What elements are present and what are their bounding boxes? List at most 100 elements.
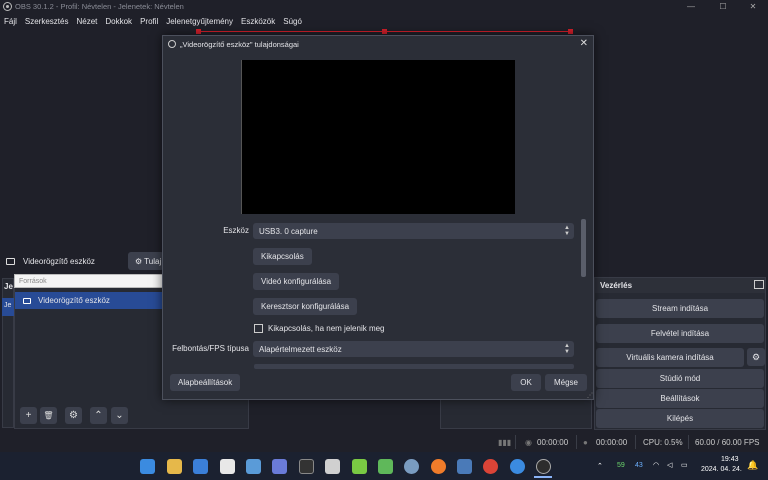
- obs-logo-icon: [3, 2, 12, 11]
- app-icon-3[interactable]: [246, 459, 261, 474]
- scenes-panel-header: Je: [4, 282, 13, 291]
- resolution-label: Felbontás/FPS típusa: [172, 344, 249, 353]
- sources-tooltip: Források: [14, 274, 164, 288]
- tray-badge-1: 59: [617, 462, 625, 469]
- resize-handle-right[interactable]: [568, 29, 573, 34]
- menu-file[interactable]: Fájl: [4, 17, 17, 26]
- menu-view[interactable]: Nézet: [76, 17, 97, 26]
- fps-readout: 60.00 / 60.00 FPS: [695, 437, 760, 447]
- start-recording-button[interactable]: Felvétel indítása: [596, 324, 764, 343]
- properties-button[interactable]: ⚙ Tulaj: [128, 252, 164, 270]
- exit-button[interactable]: Kilépés: [596, 409, 764, 428]
- resize-handle-left[interactable]: [196, 29, 201, 34]
- properties-button-label: Tulaj: [144, 256, 162, 266]
- app-icon-4[interactable]: [325, 459, 340, 474]
- clock-date[interactable]: 2024. 04. 24.: [701, 466, 742, 473]
- volume-icon[interactable]: ◁: [667, 461, 672, 469]
- maximize-button[interactable]: ☐: [708, 0, 738, 13]
- checkbox-box[interactable]: [254, 324, 263, 333]
- terminal-icon[interactable]: [299, 459, 314, 474]
- signal-icon: ▮▮▮: [498, 437, 512, 447]
- tray-badge-2: 43: [635, 462, 643, 469]
- cancel-button[interactable]: Mégse: [545, 374, 587, 391]
- move-up-button[interactable]: ⌃: [90, 407, 107, 424]
- menu-bar: Fájl Szerkesztés Nézet Dokkok Profil Jel…: [0, 13, 768, 29]
- settings-app-icon[interactable]: [404, 459, 419, 474]
- camera-icon: [6, 257, 15, 265]
- save-app-icon[interactable]: [272, 459, 287, 474]
- menu-tools[interactable]: Eszközök: [241, 17, 275, 26]
- disconnect-button[interactable]: Kikapcsolás: [253, 248, 312, 265]
- video-config-button[interactable]: Videó konfigurálása: [253, 273, 340, 290]
- camera-icon: [23, 297, 31, 304]
- app-icon-1[interactable]: [193, 459, 208, 474]
- resize-handle-center[interactable]: [382, 29, 387, 34]
- start-icon[interactable]: [140, 459, 155, 474]
- menu-docks[interactable]: Dokkok: [105, 17, 132, 26]
- browser-icon[interactable]: [510, 459, 525, 474]
- device-label: Eszköz: [223, 226, 249, 235]
- menu-scene-collection[interactable]: Jelenetgyűjtemény: [166, 17, 233, 26]
- menu-help[interactable]: Súgó: [283, 17, 302, 26]
- record-status-icon: ●: [583, 437, 588, 447]
- active-app-indicator: [534, 476, 552, 478]
- wifi-icon[interactable]: ◠: [653, 461, 659, 469]
- app-icon-6[interactable]: [378, 459, 393, 474]
- source-settings-button[interactable]: ⚙: [65, 407, 82, 424]
- menu-profile[interactable]: Profil: [140, 17, 158, 26]
- defaults-button[interactable]: Alapbeállítások: [170, 374, 241, 391]
- app-icon-5[interactable]: [352, 459, 367, 474]
- dialog-preview: [241, 60, 515, 214]
- move-down-button[interactable]: ⌄: [111, 407, 128, 424]
- settings-button[interactable]: Beállítások: [596, 389, 764, 408]
- resolution-select-value: Alapértelmezett eszköz: [259, 344, 342, 354]
- undock-icon[interactable]: [754, 280, 764, 289]
- controls-panel-header: Vezérlés: [595, 278, 765, 293]
- notification-bell-icon[interactable]: 🔔: [747, 460, 758, 471]
- source-bar-name: Videorögzítő eszköz: [23, 256, 95, 266]
- gear-icon: ⚙: [135, 256, 143, 266]
- obs-taskbar-icon[interactable]: [536, 459, 551, 474]
- menu-edit[interactable]: Szerkesztés: [25, 17, 69, 26]
- close-button[interactable]: ✕: [738, 0, 768, 13]
- start-virtual-camera-button[interactable]: Virtuális kamera indítása: [596, 348, 744, 367]
- app-icon-8[interactable]: [457, 459, 472, 474]
- studio-mode-button[interactable]: Stúdió mód: [596, 369, 764, 388]
- ok-button[interactable]: OK: [511, 374, 541, 391]
- resize-grip-icon[interactable]: ⋰: [587, 392, 593, 399]
- window-title: OBS 30.1.2 - Profil: Névtelen - Jelenete…: [15, 2, 184, 11]
- title-bar: OBS 30.1.2 - Profil: Névtelen - Jelenete…: [0, 0, 768, 13]
- next-field-partial: [254, 364, 574, 369]
- start-stream-button[interactable]: Stream indítása: [596, 299, 764, 318]
- source-item-label: Videorögzítő eszköz: [38, 296, 110, 305]
- obs-logo-icon: [168, 40, 176, 48]
- resolution-select[interactable]: Alapértelmezett eszköz ▲ ▼: [253, 341, 574, 357]
- add-source-button[interactable]: +: [20, 407, 37, 424]
- chrome-icon[interactable]: [483, 459, 498, 474]
- record-time: 00:00:00: [596, 437, 628, 447]
- dialog-scrollbar[interactable]: [581, 219, 586, 277]
- crossbar-config-button[interactable]: Keresztsor konfigurálása: [253, 298, 358, 315]
- file-explorer-icon[interactable]: [167, 459, 182, 474]
- dialog-title-bar: „Videorögzítő eszköz" tulajdonságai: [163, 36, 593, 52]
- cpu-usage: CPU: 0.5%: [643, 437, 683, 447]
- device-select-value: USB3. 0 capture: [259, 226, 318, 236]
- dialog-close-icon[interactable]: ✕: [580, 38, 588, 49]
- app-icon-7[interactable]: [431, 459, 446, 474]
- deactivate-checkbox[interactable]: Kikapcsolás, ha nem jelenik meg: [254, 324, 385, 333]
- status-bar: ▮▮▮ ◉ 00:00:00 ● 00:00:00 CPU: 0.5% 60.0…: [0, 432, 768, 452]
- battery-icon[interactable]: ▭: [681, 461, 688, 469]
- source-list-item[interactable]: Videorögzítő eszköz: [15, 292, 164, 309]
- audio-mixer-panel: [440, 398, 592, 429]
- properties-dialog: „Videorögzítő eszköz" tulajdonságai ✕ Es…: [162, 35, 594, 400]
- app-icon-2[interactable]: [220, 459, 235, 474]
- select-arrows-icon: ▲ ▼: [564, 225, 570, 237]
- scene-item[interactable]: Je: [2, 298, 14, 316]
- clock-time[interactable]: 19:43: [721, 456, 739, 463]
- minimize-button[interactable]: —: [676, 0, 706, 13]
- select-arrows-icon: ▲ ▼: [564, 343, 570, 355]
- device-select[interactable]: USB3. 0 capture ▲ ▼: [253, 223, 574, 239]
- remove-source-button[interactable]: 🗑: [40, 407, 57, 424]
- tray-expand-icon[interactable]: ⌃: [597, 462, 603, 470]
- virtual-camera-gear-icon[interactable]: ⚙: [747, 348, 765, 366]
